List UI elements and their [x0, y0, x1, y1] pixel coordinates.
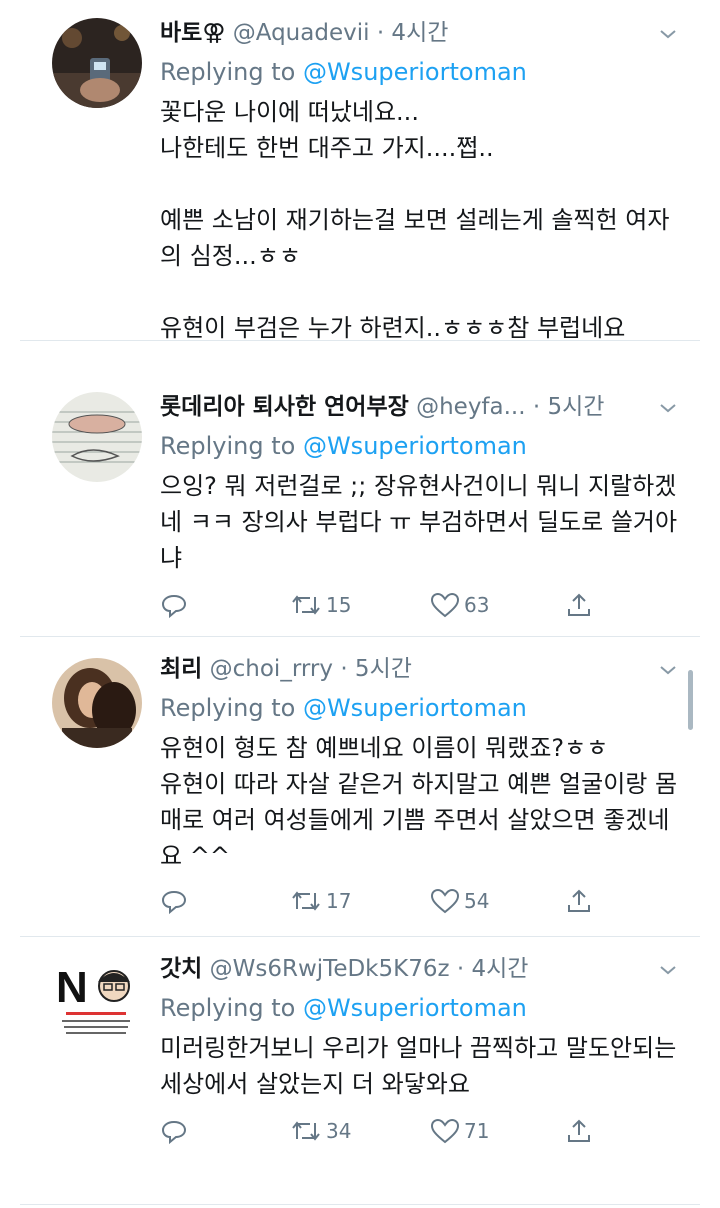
tweet-header: 롯데리아 퇴사한 연어부장 @heyfa... · 5시간: [160, 390, 680, 424]
handle[interactable]: @heyfa...: [416, 394, 525, 420]
timestamp[interactable]: · 5시간: [340, 656, 412, 682]
avatar-letter: N: [56, 963, 88, 1012]
retweet-icon: [292, 595, 320, 615]
chevron-down-icon[interactable]: [656, 958, 680, 982]
tweet-actions: 34 71: [160, 1114, 590, 1148]
handle[interactable]: @Aquadevii: [233, 20, 370, 46]
emoji-icon: ⚢: [202, 20, 226, 46]
like-count: 71: [464, 1119, 490, 1143]
tweet-text: 꽃다운 나이에 떠났네요... 나한테도 한번 대주고 가지....쩝.. 예쁜…: [160, 98, 670, 342]
reply-button[interactable]: [160, 1114, 188, 1148]
retweet-icon: [292, 1121, 320, 1141]
reply-icon: [161, 594, 187, 619]
like-icon: [430, 592, 460, 618]
tweet-actions: 15 63: [160, 588, 590, 622]
replying-to: Replying to @Wsuperiortoman: [160, 54, 680, 90]
divider: [20, 340, 700, 341]
retweet-button[interactable]: 15: [290, 588, 351, 622]
chevron-down-icon[interactable]: [656, 22, 680, 46]
share-button[interactable]: [565, 884, 593, 918]
display-name[interactable]: 갓치: [160, 956, 202, 982]
chevron-down-icon[interactable]: [656, 396, 680, 420]
tweet-text: 유현이 형도 참 예쁘네요 이름이 뭐랬죠?ㅎㅎ 유현이 따라 자살 같은거 하…: [160, 734, 678, 870]
replying-to-label: Replying to: [160, 432, 296, 460]
avatar[interactable]: N: [52, 954, 138, 1044]
divider: [20, 1204, 700, 1205]
like-count: 54: [464, 889, 490, 913]
scrollbar[interactable]: [688, 670, 693, 730]
share-icon: [568, 889, 590, 912]
avatar[interactable]: [52, 18, 142, 108]
divider: [20, 636, 700, 637]
chevron-down-icon[interactable]: [656, 658, 680, 682]
retweet-icon: [292, 891, 320, 911]
tweet-text: 미러링한거보니 우리가 얼마나 끔찍하고 말도안되는 세상에서 살았는지 더 와…: [160, 1034, 684, 1098]
handle[interactable]: @choi_rrry: [210, 656, 333, 682]
replying-to: Replying to @Wsuperiortoman: [160, 690, 680, 726]
retweet-button[interactable]: 17: [290, 884, 351, 918]
like-count: 63: [464, 593, 490, 617]
reply-button[interactable]: [160, 588, 188, 622]
display-name[interactable]: 롯데리아 퇴사한 연어부장: [160, 394, 409, 420]
replying-to-label: Replying to: [160, 694, 296, 722]
timestamp[interactable]: · 4시간: [377, 20, 449, 46]
like-button[interactable]: 63: [430, 588, 489, 622]
like-icon: [430, 1118, 460, 1144]
avatar[interactable]: [52, 658, 142, 748]
share-icon: [568, 593, 590, 616]
share-icon: [568, 1119, 590, 1142]
tweet-header: 최리 @choi_rrry · 5시간: [160, 652, 680, 686]
tweet-text: 으잉? 뭐 저런걸로 ;; 장유현사건이니 뭐니 지랄하겠네 ㅋㅋ 장의사 부럽…: [160, 472, 678, 572]
divider: [20, 936, 700, 937]
reply-icon: [161, 1120, 187, 1145]
like-button[interactable]: 54: [430, 884, 489, 918]
avatar[interactable]: [52, 392, 142, 482]
display-name[interactable]: 최리: [160, 656, 202, 682]
mention-link[interactable]: @Wsuperiortoman: [303, 994, 527, 1022]
retweet-count: 17: [326, 889, 352, 913]
like-button[interactable]: 71: [430, 1114, 489, 1148]
replying-to: Replying to @Wsuperiortoman: [160, 428, 680, 464]
reply-icon: [161, 890, 187, 915]
retweet-button[interactable]: 34: [290, 1114, 351, 1148]
replying-to-label: Replying to: [160, 994, 296, 1022]
tweet-header: 바토⚢ @Aquadevii · 4시간: [160, 16, 680, 50]
mention-link[interactable]: @Wsuperiortoman: [303, 58, 527, 86]
tweet-header: 갓치 @Ws6RwjTeDk5K76z · 4시간: [160, 952, 680, 986]
share-button[interactable]: [565, 1114, 593, 1148]
retweet-count: 34: [326, 1119, 352, 1143]
tweet-actions: 17 54: [160, 884, 590, 918]
handle[interactable]: @Ws6RwjTeDk5K76z: [210, 956, 450, 982]
timestamp[interactable]: · 4시간: [457, 956, 529, 982]
mention-link[interactable]: @Wsuperiortoman: [303, 432, 527, 460]
retweet-count: 15: [326, 593, 352, 617]
timestamp[interactable]: · 5시간: [533, 394, 605, 420]
display-name[interactable]: 바토: [160, 20, 202, 46]
replying-to-label: Replying to: [160, 58, 296, 86]
share-button[interactable]: [565, 588, 593, 622]
like-icon: [430, 888, 460, 914]
replying-to: Replying to @Wsuperiortoman: [160, 990, 680, 1026]
mention-link[interactable]: @Wsuperiortoman: [303, 694, 527, 722]
reply-button[interactable]: [160, 884, 188, 918]
